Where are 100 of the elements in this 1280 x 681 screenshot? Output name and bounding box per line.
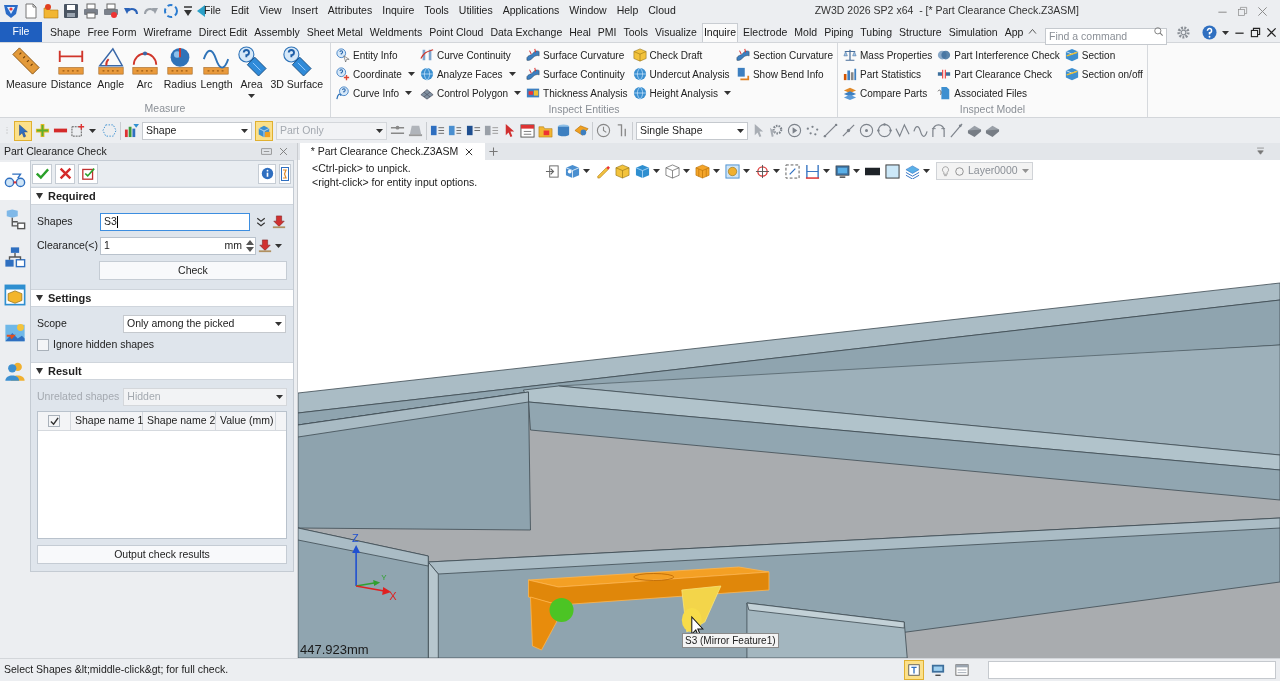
wave-icon[interactable] [913,123,928,138]
ribbon-tab[interactable]: Tubing [858,23,895,42]
pick-mode-dropdown[interactable]: Single Shape [636,121,748,140]
ribbon-tab[interactable]: Heal [567,23,593,42]
ribbon-tab[interactable]: Visualize [653,23,699,42]
polyline-icon[interactable] [895,123,910,138]
caret-icon[interactable] [743,169,750,173]
menu-item[interactable]: Window [568,3,608,19]
height-dimension-icon[interactable] [805,163,820,179]
target-icon[interactable] [755,163,770,179]
apply-button[interactable] [78,163,98,184]
ribbon-button[interactable]: Undercut Analysis [632,65,731,83]
ribbon-button[interactable]: Compare Parts [843,84,933,102]
cancel-button[interactable] [55,163,75,184]
command-search-field[interactable]: Find a command [1045,27,1167,45]
menu-item[interactable]: View [258,3,283,19]
ribbon-button[interactable]: Measure [6,46,47,91]
ribbon-tab[interactable]: Structure [897,23,944,42]
info-button[interactable] [258,163,276,184]
customize-caret-icon[interactable] [183,5,193,17]
ribbon-button[interactable]: Surface Continuity [526,65,628,83]
caret-icon[interactable] [683,169,690,173]
ribbon-tab[interactable]: App [1002,23,1026,42]
scope-dropdown[interactable]: Only among the picked [123,314,286,333]
zoom-frame-icon[interactable] [785,163,800,179]
ribbon-button[interactable]: Thickness Analysis [526,84,628,102]
ribbon-tab[interactable]: Electrode [741,23,790,42]
section-header[interactable]: Result [31,362,293,380]
filter-dropdown[interactable]: Shape [142,121,252,140]
trapezoid-icon[interactable] [408,123,423,138]
caret-icon[interactable] [853,169,860,173]
ribbon-button[interactable]: Surface Curvature [526,46,628,64]
ribbon-tab[interactable]: Weldments [367,23,425,42]
panel-toggle-button[interactable] [279,163,291,184]
ribbon-tab[interactable]: Free Form [85,23,139,42]
cylinder-icon[interactable] [556,123,571,138]
scattered-dots-icon[interactable] [805,123,820,138]
circle-icon[interactable] [877,123,892,138]
ribbon-button[interactable]: Check Draft [632,46,731,64]
shapes-field[interactable]: S3 [100,213,250,231]
caret-icon[interactable] [275,244,282,248]
ribbon-button[interactable]: Area [236,46,267,98]
ribbon-tab[interactable]: Tools [621,23,651,42]
document-tab[interactable]: * Part Clearance Check.Z3ASM [300,143,485,160]
calendar-icon[interactable] [520,123,535,138]
arch-icon[interactable] [931,123,946,138]
help-icon[interactable] [1202,25,1217,40]
ribbon-button[interactable]: Show Bend Info [735,65,833,83]
caret-icon[interactable] [823,169,830,173]
ribbon-tab[interactable]: Mold [792,23,820,42]
ribbon-button[interactable]: Radius [163,46,197,91]
ribbon-tab[interactable]: Sheet Metal [304,23,365,42]
filter-bars-icon[interactable] [124,123,139,138]
slash-line-icon[interactable] [949,123,964,138]
part-icon[interactable] [574,123,589,138]
menu-item[interactable]: Edit [229,3,250,19]
open-folder-icon[interactable] [43,3,59,19]
menu-item[interactable]: Attributes [326,3,374,19]
line-icon[interactable] [823,123,838,138]
overflow-icon[interactable] [1255,146,1266,157]
ribbon-button[interactable]: Part Clearance Check [937,65,1060,83]
double-chevron-icon[interactable] [255,216,267,228]
ribbon-button[interactable]: Coordinate [336,65,415,83]
select-tool-button[interactable] [14,120,32,141]
ribbon-button[interactable]: Section Curvature [735,46,833,64]
ribbon-button[interactable]: Control Polygon [419,84,522,102]
ribbon-button[interactable]: Entity Info [336,46,415,64]
layers-icon[interactable] [905,163,920,179]
caret-icon[interactable] [773,169,780,173]
status-input-field[interactable] [988,661,1276,679]
ribbon-button[interactable]: Mass Properties [843,46,933,64]
pick-arrow-icon[interactable] [258,239,272,253]
close-icon[interactable] [1266,27,1277,38]
select-all-checkbox[interactable] [48,415,60,427]
ribbon-button[interactable]: Height Analysis [632,84,731,102]
shape-list-icon[interactable] [448,123,463,138]
ribbon-tab[interactable]: Data Exchange [488,23,565,42]
settings-icon[interactable] [1176,25,1191,40]
shape-list-icon[interactable] [466,123,481,138]
cube-icon[interactable] [615,163,630,179]
ribbon-button[interactable]: Length [200,46,233,91]
menu-item[interactable]: Inquire [381,3,416,19]
panel-tab[interactable] [0,162,30,200]
menu-item[interactable]: File [203,3,222,19]
ribbon-button[interactable]: Arc [129,46,160,91]
column-header[interactable]: Shape name 1 [71,412,143,430]
ribbon-button[interactable]: Curve Continuity [419,46,522,64]
add-tab-icon[interactable] [488,146,499,157]
new-file-icon[interactable] [23,3,39,19]
ribbon-button[interactable]: Part Statistics [843,65,933,83]
circle-center-icon[interactable] [859,123,874,138]
ribbon-button[interactable]: Section on/off [1064,65,1143,83]
dashed-circle-icon[interactable] [163,3,179,19]
ribbon-tab[interactable]: Shape [48,23,83,42]
section-header[interactable]: Settings [31,289,293,307]
add-selection-icon[interactable] [35,123,50,138]
folder-icon[interactable] [538,123,553,138]
status-tool-button[interactable] [904,660,924,680]
solid-part-icon[interactable] [985,123,1000,138]
clock-icon[interactable] [596,123,611,138]
